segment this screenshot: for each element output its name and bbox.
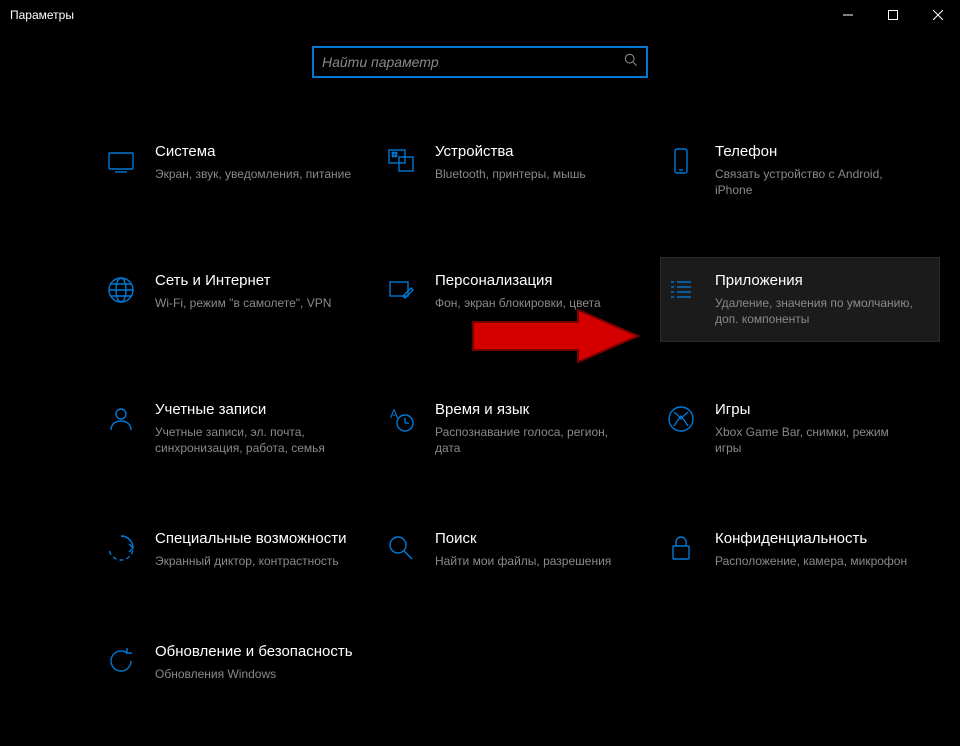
category-gaming[interactable]: Игры Xbox Game Bar, снимки, режим игры (660, 386, 940, 471)
minimize-button[interactable] (825, 0, 870, 30)
xbox-icon (663, 401, 699, 437)
category-desc: Удаление, значения по умолчанию, доп. ко… (715, 295, 915, 327)
category-title: Конфиденциальность (715, 530, 907, 549)
window-title: Параметры (10, 8, 74, 22)
phone-icon (663, 143, 699, 179)
category-apps[interactable]: Приложения Удаление, значения по умолчан… (660, 257, 940, 342)
close-button[interactable] (915, 0, 960, 30)
category-title: Поиск (435, 530, 611, 549)
magnifier-icon (383, 530, 419, 566)
category-desc: Расположение, камера, микрофон (715, 553, 907, 569)
svg-text:A: A (390, 407, 398, 421)
apps-icon (663, 272, 699, 308)
category-system[interactable]: Система Экран, звук, уведомления, питани… (100, 128, 380, 213)
category-ease-of-access[interactable]: Специальные возможности Экранный диктор,… (100, 515, 380, 584)
category-desc: Обновления Windows (155, 666, 353, 682)
category-personalization[interactable]: Персонализация Фон, экран блокировки, цв… (380, 257, 660, 342)
search-row (0, 46, 960, 78)
category-title: Устройства (435, 143, 586, 162)
window-controls (825, 0, 960, 30)
search-icon (624, 53, 638, 72)
category-title: Игры (715, 401, 915, 420)
category-desc: Найти мои файлы, разрешения (435, 553, 611, 569)
category-desc: Bluetooth, принтеры, мышь (435, 166, 586, 182)
titlebar: Параметры (0, 0, 960, 30)
category-phone[interactable]: Телефон Связать устройство с Android, iP… (660, 128, 940, 213)
search-box[interactable] (312, 46, 648, 78)
category-desc: Wi-Fi, режим "в самолете", VPN (155, 295, 331, 311)
category-title: Учетные записи (155, 401, 355, 420)
person-icon (103, 401, 139, 437)
paint-icon (383, 272, 419, 308)
globe-icon (103, 272, 139, 308)
category-accounts[interactable]: Учетные записи Учетные записи, эл. почта… (100, 386, 380, 471)
category-title: Персонализация (435, 272, 601, 291)
category-title: Система (155, 143, 351, 162)
category-update-security[interactable]: Обновление и безопасность Обновления Win… (100, 628, 380, 697)
maximize-button[interactable] (870, 0, 915, 30)
category-title: Телефон (715, 143, 915, 162)
accessibility-icon (103, 530, 139, 566)
category-privacy[interactable]: Конфиденциальность Расположение, камера,… (660, 515, 940, 584)
category-desc: Экран, звук, уведомления, питание (155, 166, 351, 182)
category-title: Сеть и Интернет (155, 272, 331, 291)
category-desc: Экранный диктор, контрастность (155, 553, 347, 569)
search-input[interactable] (322, 54, 624, 70)
category-title: Обновление и безопасность (155, 643, 353, 662)
category-time-language[interactable]: A Время и язык Распознавание голоса, рег… (380, 386, 660, 471)
category-desc: Xbox Game Bar, снимки, режим игры (715, 424, 915, 456)
category-title: Время и язык (435, 401, 635, 420)
category-grid: Система Экран, звук, уведомления, питани… (0, 128, 960, 697)
category-desc: Связать устройство с Android, iPhone (715, 166, 915, 198)
category-desc: Распознавание голоса, регион, дата (435, 424, 635, 456)
time-language-icon: A (383, 401, 419, 437)
category-title: Специальные возможности (155, 530, 347, 549)
category-devices[interactable]: Устройства Bluetooth, принтеры, мышь (380, 128, 660, 213)
category-search[interactable]: Поиск Найти мои файлы, разрешения (380, 515, 660, 584)
lock-icon (663, 530, 699, 566)
system-icon (103, 143, 139, 179)
devices-icon (383, 143, 419, 179)
category-desc: Учетные записи, эл. почта, синхронизация… (155, 424, 355, 456)
category-desc: Фон, экран блокировки, цвета (435, 295, 601, 311)
category-network[interactable]: Сеть и Интернет Wi-Fi, режим "в самолете… (100, 257, 380, 342)
update-icon (103, 643, 139, 679)
category-title: Приложения (715, 272, 915, 291)
